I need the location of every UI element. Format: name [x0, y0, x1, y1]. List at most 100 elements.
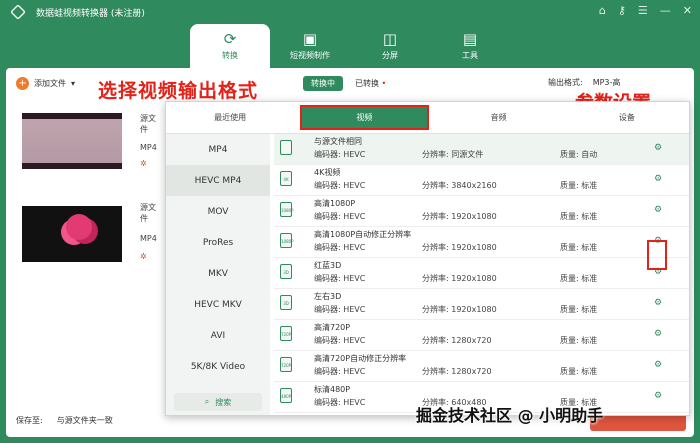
cart-icon[interactable]: ⌂: [599, 4, 606, 17]
watermark: 掘金技术社区 @ 小明助手: [416, 406, 604, 425]
preset-name: 红蓝3D: [314, 261, 342, 270]
preset-item[interactable]: 3D 红蓝3D 编码器: HEVC 分辨率: 1920x1080 质量: 标准 …: [274, 258, 689, 289]
output-format-label: 输出格式:: [548, 78, 583, 87]
tab-converted-label: 已转换: [355, 79, 379, 88]
preset-quality: 质量: 标准: [560, 212, 598, 221]
format-item[interactable]: 5K/8K Video: [166, 351, 270, 382]
title-bar: 数据蛙视频转换器 (未注册) ⌂ ⚷ ☰ — ✕: [0, 0, 700, 24]
preset-quality: 质量: 自动: [560, 150, 598, 159]
tab-convert[interactable]: ⟳ 转换: [190, 24, 270, 68]
format-item[interactable]: HEVC MKV: [166, 289, 270, 320]
gear-icon[interactable]: ⚙: [654, 174, 662, 184]
output-format-value: MP3-高: [592, 78, 621, 87]
tv-icon: ▣: [302, 30, 318, 48]
preset-encoder: 编码器: HEVC: [314, 336, 366, 345]
file-format: MP4: [140, 143, 157, 152]
preset-name: 高清1080P: [314, 199, 356, 208]
output-format-select[interactable]: 输出格式: MP3-高: [548, 77, 620, 88]
preset-encoder: 编码器: HEVC: [314, 212, 366, 221]
preset-item[interactable]: 720P 高清720P 编码器: HEVC 分辨率: 1280x720 质量: …: [274, 320, 689, 351]
format-badge-icon: 4K: [280, 171, 292, 186]
search-label: 搜索: [215, 397, 232, 407]
app-title: 数据蛙视频转换器 (未注册): [36, 8, 145, 19]
preset-item[interactable]: 1080P 高清1080P 编码器: HEVC 分辨率: 1920x1080 质…: [274, 196, 689, 227]
window-controls: ⌂ ⚷ ☰ — ✕: [599, 4, 692, 17]
search-icon: ⌕: [204, 397, 210, 406]
preset-resolution: 分辨率: 1920x1080: [422, 305, 497, 314]
source-file-label: 源文件: [140, 114, 156, 134]
close-icon[interactable]: ✕: [683, 4, 692, 17]
menu-icon[interactable]: ☰: [638, 4, 648, 17]
format-badge-icon: 3D: [280, 295, 292, 310]
gear-icon[interactable]: ⚙: [654, 143, 662, 153]
minimize-icon[interactable]: —: [660, 4, 671, 17]
preset-item[interactable]: 3D 左右3D 编码器: HEVC 分辨率: 1920x1080 质量: 标准 …: [274, 289, 689, 320]
preset-encoder: 编码器: HEVC: [314, 367, 366, 376]
preset-resolution: 分辨率: 1920x1080: [422, 243, 497, 252]
tab-video[interactable]: 视频: [300, 105, 429, 130]
format-item[interactable]: MP4: [166, 134, 270, 165]
add-file-label: 添加文件: [34, 78, 66, 88]
preset-item[interactable]: 720P 高清720P自动修正分辨率 编码器: HEVC 分辨率: 1280x7…: [274, 351, 689, 382]
format-panel: 最近使用 视频 音频 设备 MP4 HEVC MP4 MOV ProRes MK…: [165, 101, 690, 416]
gear-icon[interactable]: ⚙: [654, 205, 662, 215]
preset-quality: 质量: 标准: [560, 336, 598, 345]
format-badge-icon: 480P: [280, 388, 292, 403]
edit-icon[interactable]: ✲: [140, 159, 147, 168]
preset-quality: 质量: 标准: [560, 243, 598, 252]
gear-icon[interactable]: ⚙: [654, 360, 662, 370]
preset-resolution: 分辨率: 同源文件: [422, 150, 484, 159]
split-icon: ◫: [382, 30, 398, 48]
preset-quality: 质量: 标准: [560, 181, 598, 190]
preset-item[interactable]: 1080P 高清1080P自动修正分辨率 编码器: HEVC 分辨率: 1920…: [274, 227, 689, 258]
format-item[interactable]: AVI: [166, 320, 270, 351]
tab-tools[interactable]: ▤ 工具: [430, 24, 510, 68]
plus-icon: +: [16, 76, 29, 90]
preset-resolution: 分辨率: 3840x2160: [422, 181, 497, 190]
format-badge-icon: 1080P: [280, 233, 294, 248]
gear-icon[interactable]: ⚙: [654, 391, 662, 401]
gear-icon[interactable]: ⚙: [654, 329, 662, 339]
preset-name: 4K视频: [314, 168, 341, 177]
tab-tools-label: 工具: [462, 51, 478, 60]
tab-recent[interactable]: 最近使用: [166, 102, 294, 133]
preset-encoder: 编码器: HEVC: [314, 305, 366, 314]
preset-resolution: 分辨率: 1920x1080: [422, 212, 497, 221]
preset-name: 高清1080P自动修正分辨率: [314, 230, 412, 239]
preset-quality: 质量: 标准: [560, 305, 598, 314]
format-item[interactable]: ProRes: [166, 227, 270, 258]
tab-short-video[interactable]: ▣ 短视频制作: [270, 24, 350, 68]
preset-item[interactable]: 与源文件相同 编码器: HEVC 分辨率: 同源文件 质量: 自动 ⚙: [274, 134, 689, 165]
format-badge-icon: 1080P: [280, 202, 294, 217]
video-thumbnail: [22, 206, 122, 262]
tab-audio[interactable]: 音频: [435, 102, 563, 133]
convert-icon: ⟳: [223, 30, 237, 48]
preset-item[interactable]: 4K 4K视频 编码器: HEVC 分辨率: 3840x2160 质量: 标准 …: [274, 165, 689, 196]
format-item[interactable]: HEVC MP4: [166, 165, 270, 196]
highlight-box: [647, 240, 667, 270]
preset-name: 与源文件相同: [314, 137, 362, 146]
format-item[interactable]: MOV: [166, 196, 270, 227]
format-badge-icon: 3D: [280, 264, 292, 279]
format-search[interactable]: ⌕ 搜索: [174, 393, 262, 411]
tab-short-video-label: 短视频制作: [290, 51, 330, 60]
tab-converted[interactable]: 已转换 •: [355, 78, 386, 89]
format-badge-icon: 720P: [280, 357, 292, 372]
add-file-button[interactable]: + 添加文件 ▾: [16, 76, 76, 90]
file-copy-icon: [280, 140, 292, 155]
format-item[interactable]: MKV: [166, 258, 270, 289]
edit-icon[interactable]: ✲: [140, 252, 147, 261]
save-to-path[interactable]: 与源文件夹一致: [57, 415, 113, 426]
source-file-label: 源文件: [140, 203, 156, 223]
format-list: MP4 HEVC MP4 MOV ProRes MKV HEVC MKV AVI…: [166, 134, 270, 415]
app-logo: [10, 4, 26, 20]
tab-converting[interactable]: 转换中: [303, 76, 343, 91]
gear-icon[interactable]: ⚙: [654, 298, 662, 308]
tree-image: [66, 214, 92, 240]
tab-split-screen[interactable]: ◫ 分屏: [350, 24, 430, 68]
key-icon[interactable]: ⚷: [618, 4, 626, 17]
conversion-mode-switch: 转换中 已转换 •: [303, 76, 386, 91]
tab-device[interactable]: 设备: [563, 102, 689, 133]
preset-quality: 质量: 标准: [560, 367, 598, 376]
chevron-down-icon: ▾: [71, 78, 76, 88]
